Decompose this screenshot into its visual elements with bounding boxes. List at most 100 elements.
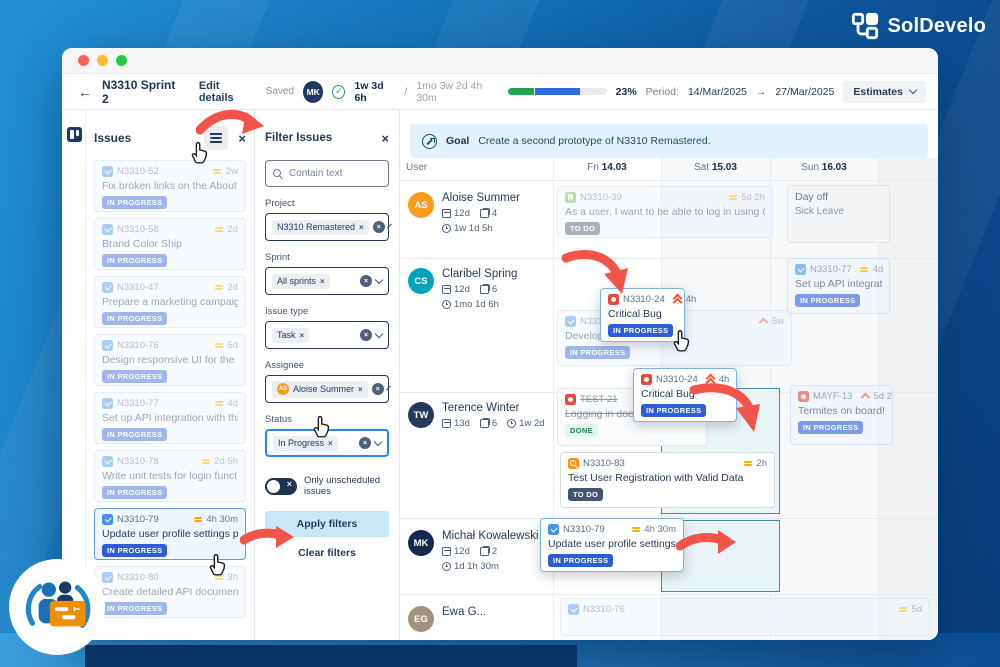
search-input[interactable]: [289, 168, 381, 179]
project-select[interactable]: N3310 Remastered: [265, 213, 392, 241]
search-box[interactable]: [265, 160, 389, 187]
sprint-title: N3310 Sprint 2: [102, 77, 176, 106]
priority-medium-icon: [214, 225, 223, 234]
arrow-right-icon: [756, 86, 767, 98]
priority-medium-icon: [193, 515, 202, 524]
task-type-icon: [102, 514, 113, 525]
issue-type-select[interactable]: Task: [265, 321, 389, 349]
close-filter-panel-button[interactable]: [381, 131, 389, 146]
clear-select-icon[interactable]: [360, 275, 372, 287]
hand-cursor: [673, 329, 690, 352]
column-header-fri: Fri 14.03: [587, 162, 627, 173]
remove-chip-icon[interactable]: [300, 330, 305, 340]
back-icon[interactable]: ←: [78, 84, 92, 100]
issue-card[interactable]: N3310-58 2d Brand Color Ship IN PROGRESS: [94, 218, 246, 270]
priority-high-icon: [860, 392, 869, 401]
scheduled-card-registration[interactable]: N3310-83 2h Test User Registration with V…: [560, 452, 775, 508]
assignee-avatar: AS: [277, 383, 289, 395]
scheduled-card-login-story[interactable]: N3310-39 5d 2h As a user, I want to be ab…: [557, 186, 773, 238]
task-type-icon: [565, 316, 576, 327]
sprint-chip[interactable]: All sprints: [272, 273, 330, 289]
progress-percent: 23%: [615, 85, 637, 98]
annotation-arrow: [689, 383, 760, 432]
goal-label: Goal: [446, 135, 470, 147]
remove-chip-icon[interactable]: [328, 438, 333, 448]
clock-icon: [442, 224, 451, 233]
clock-icon: [442, 562, 451, 571]
task-type-icon: [795, 264, 806, 275]
issue-type-label: Issue type: [265, 306, 309, 317]
priority-highest-icon: [673, 295, 682, 304]
assignee-label: Assignee: [265, 360, 305, 371]
bug-type-icon: [641, 374, 652, 385]
day-off-card: Day off Sick Leave: [787, 185, 890, 243]
issues-count-icon: [479, 417, 491, 428]
app-toolbar: ← N3310 Sprint 2 Edit details Saved MK 1…: [62, 74, 938, 110]
progress-scheduled-segment: [534, 88, 580, 95]
issues-list: N3310-52 2w Fix broken links on the About…: [94, 160, 246, 618]
priority-medium-icon: [214, 283, 223, 292]
estimates-dropdown[interactable]: Estimates: [843, 80, 926, 103]
period-end-date[interactable]: 27/Mar/2025: [775, 86, 834, 98]
avatar: CS: [408, 268, 434, 294]
remove-chip-icon[interactable]: [358, 384, 363, 394]
task-type-icon: [102, 340, 113, 351]
close-window-button[interactable]: [78, 55, 89, 66]
hand-cursor: [191, 141, 208, 164]
brand-name: SolDevelo: [887, 14, 986, 37]
calendar-icon: [442, 419, 451, 428]
project-chip[interactable]: N3310 Remastered: [272, 219, 369, 235]
story-type-icon: [565, 192, 576, 203]
user-row-terence: TW Terence Winter 13d 6 1w 2d: [408, 402, 545, 429]
clock-icon: [507, 419, 517, 428]
filter-panel: Filter Issues Project N3310 Remastered S…: [255, 110, 400, 640]
priority-medium-icon: [214, 341, 223, 350]
status-badge: IN PROGRESS: [548, 554, 614, 567]
remove-chip-icon[interactable]: [320, 276, 325, 286]
status-badge: IN PROGRESS: [102, 486, 168, 499]
edit-details-button[interactable]: Edit details: [199, 80, 256, 104]
status-badge: TO DO: [565, 222, 601, 235]
user-avatar[interactable]: MK: [303, 80, 324, 103]
clear-select-icon[interactable]: [371, 383, 384, 395]
sprint-select[interactable]: All sprints: [265, 267, 389, 295]
issues-panel-title: Issues: [94, 131, 132, 145]
clear-select-icon[interactable]: [359, 437, 371, 449]
assignee-select[interactable]: AS Aloise Summer: [265, 375, 391, 403]
priority-medium-icon: [860, 265, 869, 274]
toolbar-right: Saved MK 1w 3d 6h / 1mo 3w 2d 4h 30m 23%…: [266, 80, 926, 104]
priority-medium-icon: [214, 399, 223, 408]
column-header-user: User: [406, 162, 428, 173]
dragged-card-profile-page[interactable]: N3310-79 4h 30m Update user profile setti…: [540, 518, 684, 572]
scheduled-card-api-integration[interactable]: N3310-774d Set up API integration... IN …: [787, 258, 890, 314]
calendar-icon: [442, 209, 451, 218]
status-badge: IN PROGRESS: [798, 421, 864, 434]
clear-select-icon[interactable]: [360, 329, 372, 341]
issue-card[interactable]: N3310-47 2d Prepare a marketing campaign …: [94, 276, 246, 328]
unscheduled-toggle[interactable]: [265, 477, 297, 495]
issue-card[interactable]: N3310-52 2w Fix broken links on the About…: [94, 160, 246, 212]
scheduled-card-bottom-partial[interactable]: N3310-76 5d: [560, 598, 930, 636]
assignee-chip[interactable]: AS Aloise Summer: [272, 380, 368, 398]
scheduled-card-termites[interactable]: MAYF-135d 2h Termites on board! IN PROGR…: [790, 385, 893, 445]
background-band-dark: [85, 645, 577, 667]
status-badge: IN PROGRESS: [102, 370, 168, 383]
minimize-window-button[interactable]: [97, 55, 108, 66]
board-icon[interactable]: [67, 127, 82, 142]
clock-icon: [442, 300, 451, 309]
user-row-partial: EG Ewa G...: [408, 606, 486, 632]
chevron-down-icon: [908, 85, 918, 95]
clear-select-icon[interactable]: [372, 221, 385, 233]
issues-count-icon: [479, 207, 491, 218]
maximize-window-button[interactable]: [116, 55, 127, 66]
issue-type-chip[interactable]: Task: [272, 327, 310, 343]
issue-card[interactable]: N3310-76 5d Design responsive UI for the …: [94, 334, 246, 386]
status-badge: IN PROGRESS: [608, 324, 674, 337]
hand-cursor: [209, 553, 226, 576]
priority-medium-icon: [898, 605, 907, 614]
remove-chip-icon[interactable]: [359, 222, 364, 232]
check-circle-icon: [332, 84, 346, 99]
issue-card[interactable]: N3310-77 4d Set up API integration with t…: [94, 392, 246, 444]
issue-card[interactable]: N3310-78 2d 5h Write unit tests for login…: [94, 450, 246, 502]
period-start-date[interactable]: 14/Mar/2025: [688, 86, 747, 98]
